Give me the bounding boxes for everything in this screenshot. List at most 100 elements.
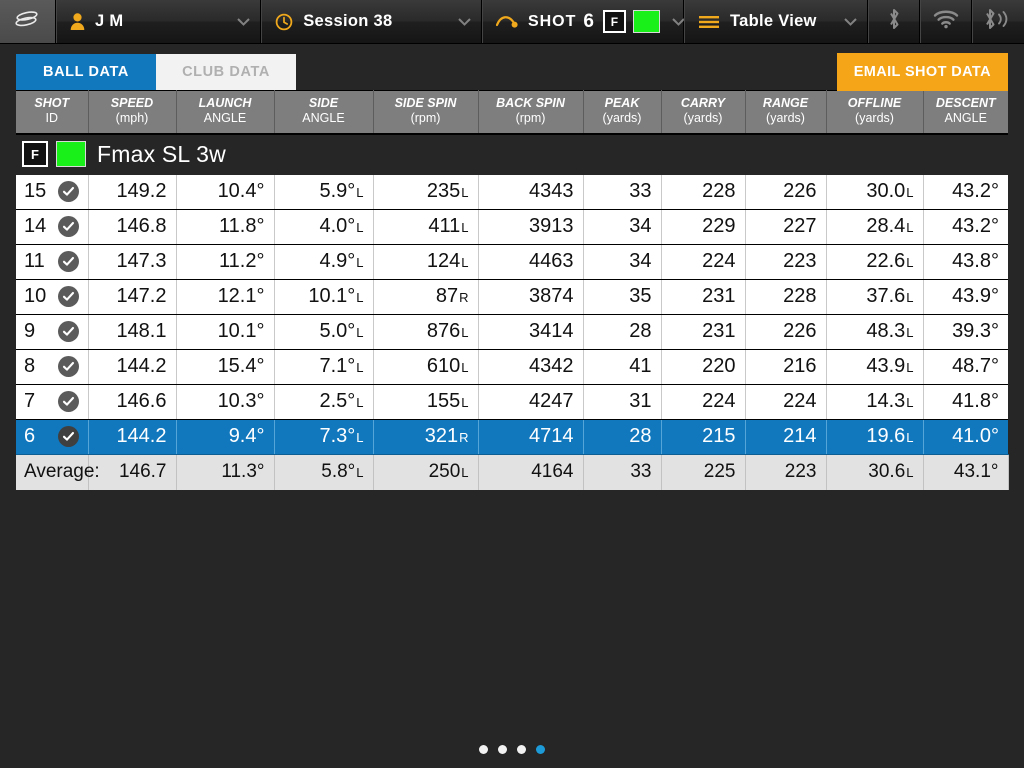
column-header-launch[interactable]: LAUNCH ANGLE [176,90,275,135]
column-header-name: CARRY [680,96,726,110]
back-spin-cell: 3414 [478,314,584,350]
direction-suffix: L [356,464,364,480]
table-row[interactable]: 7 146.6 10.3° 2.5°L 155L 4247 31 224 224 14.3L 41.… [16,384,1008,420]
user-selector[interactable]: J M [56,0,262,43]
session-name: Session 38 [303,12,393,30]
table-row[interactable]: 8 144.2 15.4° 7.1°L 610L 4342 41 220 216 43.9L 48.… [16,349,1008,385]
range-cell: 224 [745,384,827,420]
shot-included-check-icon[interactable] [57,391,79,412]
wifi-status[interactable] [920,0,972,43]
side-angle-cell: 4.0°L [274,209,374,245]
column-header-peak[interactable]: PEAK (yards) [583,90,662,135]
side-spin-cell: 610L [373,349,479,385]
descent-angle-cell: 43.2° [923,174,1008,210]
column-header-back-spin[interactable]: BACK SPIN (rpm) [478,90,584,135]
page-dot[interactable] [479,745,488,754]
shot-included-check-icon[interactable] [57,251,79,272]
column-header-unit: ANGLE [203,111,247,126]
peak-cell: 35 [583,279,662,315]
column-header-name: SIDE [308,96,339,110]
shot-selector[interactable]: SHOT 6 F [482,0,685,43]
column-header-unit: ID [45,111,59,126]
club-group-row: F Fmax SL 3w [16,133,1008,175]
range-cell: 226 [745,314,827,350]
direction-suffix: L [356,255,364,270]
direction-suffix: L [356,395,364,410]
range-cell: 214 [745,419,827,455]
column-header-carry[interactable]: CARRY (yards) [661,90,746,135]
shot-id: 15 [24,179,47,202]
tab-club-data[interactable]: CLUB DATA [156,54,296,90]
table-row[interactable]: 9 148.1 10.1° 5.0°L 876L 3414 28 231 226 48.3L 39.… [16,314,1008,350]
column-header-side[interactable]: SIDE ANGLE [274,90,374,135]
descent-angle-cell: 43.9° [923,279,1008,315]
bluetooth-broadcast-status[interactable] [972,0,1024,43]
shot-id-cell: 8 [16,349,89,385]
peak-cell: 33 [583,174,662,210]
side-angle-cell: 5.9°L [274,174,374,210]
carry-cell: 229 [661,209,746,245]
table-row[interactable]: 10 147.2 12.1° 10.1°L 87R 3874 35 231 228 37.6L 43… [16,279,1008,315]
table-row-selected[interactable]: 6 144.2 9.4° 7.3°L 321R 4714 28 215 214 19.6L 41.0… [16,419,1008,455]
page-dot[interactable] [498,745,507,754]
tab-bar: BALL DATA CLUB DATA EMAIL SHOT DATA [0,44,1024,91]
view-selector[interactable]: Table View [684,0,868,43]
descent-angle-cell: 43.8° [923,244,1008,280]
offline-cell: 28.4L [826,209,924,245]
speed-cell: 149.2 [88,174,177,210]
chevron-down-icon[interactable] [456,13,473,30]
shot-included-check-icon[interactable] [57,321,79,342]
shot-id-cell: 7 [16,384,89,420]
direction-suffix: L [906,325,914,340]
direction-suffix: L [461,325,469,340]
column-header-unit: (rpm) [410,111,441,126]
launch-angle-cell: 11.2° [176,244,275,280]
descent-angle-cell: 41.0° [923,419,1008,455]
peak-cell: 34 [583,244,662,280]
column-header-offline[interactable]: OFFLINE (yards) [826,90,924,135]
page-dot[interactable] [517,745,526,754]
shot-included-check-icon[interactable] [57,180,79,202]
direction-suffix: L [356,325,364,340]
range-cell: 216 [745,349,827,385]
side-spin-cell: 124L [373,244,479,280]
bluetooth-status[interactable] [868,0,920,43]
column-header-speed[interactable]: SPEED (mph) [88,90,177,135]
column-header-shot[interactable]: SHOT ID [16,90,89,135]
chevron-down-icon[interactable] [235,13,252,30]
session-selector[interactable]: Session 38 [261,0,482,43]
table-row[interactable]: 11 147.3 11.2° 4.9°L 124L 4463 34 224 223 22.6L 43… [16,244,1008,280]
direction-suffix: L [356,430,364,445]
page-dot-active[interactable] [536,745,545,754]
direction-suffix: L [356,184,364,200]
clock-icon [275,13,293,31]
column-header-name: PEAK [604,96,640,110]
tab-ball-data[interactable]: BALL DATA [16,54,156,90]
column-header-unit: (mph) [115,111,149,126]
column-header-descent[interactable]: DESCENT ANGLE [923,90,1008,135]
shot-included-check-icon[interactable] [57,426,79,447]
column-header-name: DESCENT [935,96,996,110]
shot-label: SHOT [527,12,577,30]
table-row[interactable]: 14 146.8 11.8° 4.0°L 411L 3913 34 229 227 28.4L 43… [16,209,1008,245]
shot-included-check-icon[interactable] [57,286,79,307]
direction-suffix: L [906,430,914,445]
back-spin-cell: 4247 [478,384,584,420]
club-name: Fmax SL 3w [97,140,226,167]
wifi-icon [933,9,959,34]
shot-included-check-icon[interactable] [57,216,79,237]
shot-number: 6 [583,10,594,32]
back-spin-cell: 4714 [478,419,584,455]
column-header-side-spin[interactable]: SIDE SPIN (rpm) [373,90,479,135]
column-header-range[interactable]: RANGE (yards) [745,90,827,135]
shot-included-check-icon[interactable] [57,356,79,377]
launch-angle-cell: 10.1° [176,314,275,350]
shot-id: 11 [24,250,45,272]
app-logo[interactable] [0,0,56,43]
chevron-down-icon[interactable] [842,13,859,30]
swing-logo-icon [13,9,41,34]
average-range-cell: 223 [745,454,827,490]
side-spin-cell: 87R [373,279,479,315]
email-shot-data-button[interactable]: EMAIL SHOT DATA [836,53,1008,91]
table-row[interactable]: 15 149.2 10.4° 5.9°L 235L 4343 33 228 226 30.0L 43… [16,174,1008,210]
